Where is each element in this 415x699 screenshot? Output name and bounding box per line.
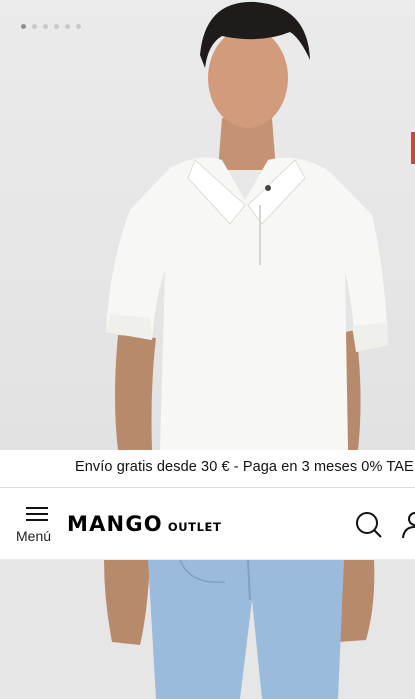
brand-logo[interactable]: MANGO OUTLET (67, 512, 221, 536)
carousel-dot[interactable] (21, 24, 26, 29)
product-image-lower[interactable] (0, 560, 415, 699)
side-tab[interactable] (411, 132, 415, 164)
menu-button[interactable]: Menú (14, 504, 60, 548)
logo-sub: OUTLET (167, 520, 222, 534)
carousel-indicator[interactable] (21, 24, 81, 29)
logo-main: MANGO (67, 512, 163, 536)
carousel-dot[interactable] (54, 24, 59, 29)
model-illustration (106, 1, 388, 450)
user-icon (402, 512, 415, 539)
product-image[interactable] (0, 0, 415, 450)
carousel-dot[interactable] (65, 24, 70, 29)
jeans-illustration (104, 560, 375, 699)
promo-text: Envío gratis desde 30 € - Paga en 3 mese… (75, 459, 414, 475)
account-button[interactable] (400, 510, 415, 540)
carousel-dot[interactable] (43, 24, 48, 29)
search-icon (356, 512, 382, 538)
menu-label: Menú (16, 528, 52, 544)
hamburger-icon (26, 507, 48, 521)
search-button[interactable] (354, 510, 384, 540)
carousel-dot[interactable] (32, 24, 37, 29)
site-header: Menú MANGO OUTLET (0, 488, 415, 560)
carousel-dot[interactable] (76, 24, 81, 29)
promo-bar[interactable]: Envío gratis desde 30 € - Paga en 3 mese… (0, 450, 415, 488)
